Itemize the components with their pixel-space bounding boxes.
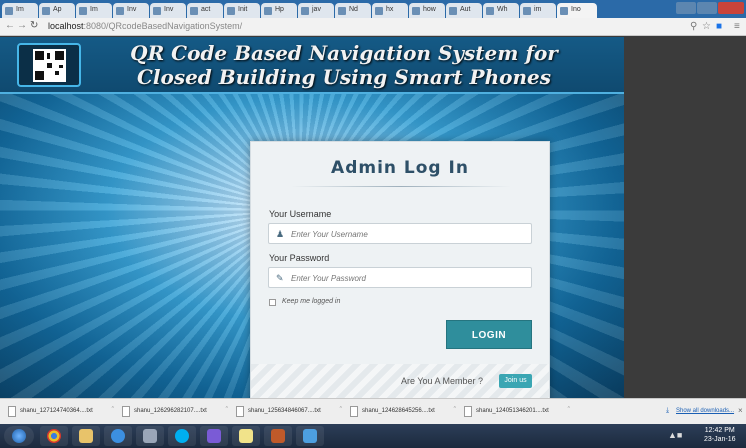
- site-header: QR Code Based Navigation System for Clos…: [0, 37, 624, 94]
- password-label: Your Password: [269, 253, 330, 263]
- google-icon: [338, 7, 346, 15]
- app-taskbar-icon[interactable]: [200, 426, 228, 446]
- explorer-taskbar-icon[interactable]: [72, 426, 100, 446]
- media-taskbar-icon[interactable]: [136, 426, 164, 446]
- maximize-button[interactable]: [697, 2, 717, 14]
- windows-taskbar: ▲■ 12:42 PM 23-Jan-16: [0, 424, 746, 448]
- download-item[interactable]: shanu_125634846067....txt ˆ: [234, 405, 342, 419]
- chevron-down-icon[interactable]: ˆ: [226, 407, 228, 414]
- title-divider: [291, 186, 511, 187]
- member-question: Are You A Member ?: [401, 376, 484, 386]
- skype-taskbar-icon[interactable]: [168, 426, 196, 446]
- page-icon: [375, 7, 383, 15]
- system-tray-icons[interactable]: ▲■: [668, 430, 682, 440]
- forward-arrow-icon[interactable]: →: [17, 20, 27, 31]
- download-item[interactable]: shanu_127124740364....txt ˆ: [6, 405, 114, 419]
- page-icon: [486, 7, 494, 15]
- google-icon: [412, 7, 420, 15]
- browser-toolbar: ← → ↻ localhost:8080/QRcodeBasedNavigati…: [0, 18, 746, 36]
- page-icon: [227, 7, 235, 15]
- browser-tab[interactable]: Nd: [335, 3, 371, 18]
- browser-tab-active[interactable]: Ino: [557, 3, 597, 18]
- browser-tab[interactable]: Init: [224, 3, 260, 18]
- keep-logged-in-checkbox[interactable]: [269, 299, 276, 306]
- download-arrow-icon: ⤓: [666, 407, 670, 414]
- address-bar[interactable]: localhost:8080/QRcodeBasedNavigationSyst…: [44, 20, 674, 34]
- page-icon: [116, 7, 124, 15]
- browser-tab[interactable]: Inv: [113, 3, 149, 18]
- back-arrow-icon[interactable]: ←: [5, 20, 15, 31]
- internet-explorer-icon[interactable]: [104, 426, 132, 446]
- browser-tab[interactable]: im: [520, 3, 556, 18]
- minimize-button[interactable]: [676, 2, 696, 14]
- google-icon: [190, 7, 198, 15]
- download-shelf: shanu_127124740364....txt ˆ shanu_1262962…: [0, 398, 746, 424]
- file-icon: [236, 406, 244, 417]
- chevron-down-icon[interactable]: ˆ: [112, 407, 114, 414]
- chevron-down-icon[interactable]: ˆ: [340, 407, 342, 414]
- join-us-button[interactable]: Join us: [499, 374, 532, 388]
- chevron-down-icon[interactable]: ˆ: [568, 407, 570, 414]
- taskbar-clock[interactable]: 12:42 PM 23-Jan-16: [704, 426, 736, 444]
- username-field[interactable]: ♟: [268, 223, 532, 244]
- login-panel: Admin Log In Your Username ♟ Your Passwo…: [250, 141, 550, 398]
- password-field[interactable]: ✎: [268, 267, 532, 288]
- web-page: QR Code Based Navigation System for Clos…: [0, 37, 624, 398]
- app-taskbar-icon[interactable]: [296, 426, 324, 446]
- bookmark-star-icon[interactable]: ☆: [702, 21, 711, 32]
- file-icon: [464, 406, 472, 417]
- site-title: QR Code Based Navigation System for Clos…: [130, 41, 558, 89]
- browser-tab[interactable]: act: [187, 3, 223, 18]
- login-button[interactable]: LOGIN: [446, 320, 532, 349]
- close-window-button[interactable]: [718, 2, 744, 14]
- page-icon: [301, 7, 309, 15]
- page-icon: [449, 7, 457, 15]
- chrome-taskbar-icon[interactable]: [40, 426, 68, 446]
- browser-tab[interactable]: hx: [372, 3, 408, 18]
- username-input[interactable]: [289, 227, 525, 241]
- browser-tab[interactable]: Im: [76, 3, 112, 18]
- page-icon: [79, 7, 87, 15]
- menu-icon[interactable]: ≡: [734, 21, 740, 32]
- browser-tab[interactable]: Im: [2, 3, 38, 18]
- browser-tab[interactable]: Inv: [150, 3, 186, 18]
- page-icon: [42, 7, 50, 15]
- browser-tab[interactable]: Aut: [446, 3, 482, 18]
- chevron-down-icon[interactable]: ˆ: [454, 407, 456, 414]
- download-item[interactable]: shanu_126296282107....txt ˆ: [120, 405, 228, 419]
- file-icon: [8, 406, 16, 417]
- page-icon: [560, 7, 568, 15]
- page-icon: [264, 7, 272, 15]
- page-icon: [153, 7, 161, 15]
- dark-side-panel: [624, 37, 746, 398]
- browser-tab[interactable]: how: [409, 3, 445, 18]
- download-item[interactable]: shanu_124628645256....txt ˆ: [348, 405, 456, 419]
- extension-icon[interactable]: ■: [716, 21, 722, 32]
- zoom-icon[interactable]: ⚲: [690, 21, 697, 32]
- browser-tab-strip: Im Ap Im Inv Inv act Init Hp jav Nd hx h…: [0, 0, 746, 18]
- login-title: Admin Log In: [331, 158, 469, 178]
- username-label: Your Username: [269, 209, 332, 219]
- user-icon: ♟: [276, 229, 285, 239]
- password-input[interactable]: [289, 271, 525, 285]
- app-taskbar-icon[interactable]: [264, 426, 292, 446]
- browser-tab[interactable]: Hp: [261, 3, 297, 18]
- show-all-downloads-link[interactable]: Show all downloads...: [676, 408, 734, 414]
- keep-logged-in-label: Keep me logged in: [282, 298, 341, 305]
- download-item[interactable]: shanu_124051346201....txt ˆ: [462, 405, 570, 419]
- close-icon[interactable]: ×: [738, 406, 743, 415]
- browser-tab[interactable]: jav: [298, 3, 334, 18]
- start-button[interactable]: [4, 426, 34, 446]
- qr-code-icon: [33, 49, 66, 82]
- browser-tab[interactable]: Ap: [39, 3, 75, 18]
- reload-icon[interactable]: ↻: [30, 20, 38, 31]
- notes-taskbar-icon[interactable]: [232, 426, 260, 446]
- page-icon: [523, 7, 531, 15]
- page-icon: [5, 7, 13, 15]
- pencil-icon: ✎: [276, 273, 284, 283]
- file-icon: [350, 406, 358, 417]
- file-icon: [122, 406, 130, 417]
- browser-tab[interactable]: Wh: [483, 3, 519, 18]
